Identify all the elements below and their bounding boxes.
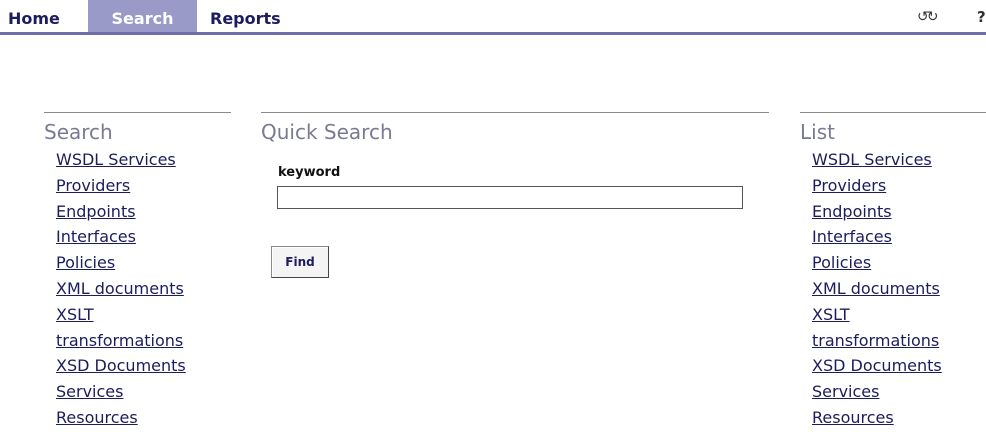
list-item: XSLT (56, 302, 231, 328)
list-link-xml-documents[interactable]: XML documents (812, 279, 940, 298)
list-item: transformations (812, 328, 986, 354)
search-link-xml-documents[interactable]: XML documents (56, 279, 184, 298)
search-links-list: WSDL Services Providers Endpoints Interf… (56, 147, 231, 431)
list-link-wsdl-services[interactable]: WSDL Services (812, 150, 932, 169)
quick-search-panel: Quick Search keyword Find (261, 112, 769, 312)
tab-reports[interactable]: Reports (210, 0, 281, 32)
search-link-transformations[interactable]: transformations (56, 331, 183, 350)
list-column: List WSDL Services Providers Endpoints I… (800, 112, 986, 431)
find-button[interactable]: Find (271, 246, 329, 278)
search-link-interfaces[interactable]: Interfaces (56, 227, 136, 246)
list-link-resources[interactable]: Resources (812, 408, 894, 427)
refresh-icon[interactable]: ↺↻ (917, 9, 939, 25)
list-item: XSLT (812, 302, 986, 328)
list-item: transformations (56, 328, 231, 354)
list-item: Resources (812, 405, 986, 431)
list-item: XML documents (812, 276, 986, 302)
list-item: XML documents (56, 276, 231, 302)
search-link-services[interactable]: Services (56, 382, 123, 401)
list-item: Endpoints (812, 199, 986, 225)
list-item: Policies (812, 250, 986, 276)
search-column: Search WSDL Services Providers Endpoints… (44, 112, 231, 431)
list-item: Providers (56, 173, 231, 199)
list-item: Policies (56, 250, 231, 276)
search-link-policies[interactable]: Policies (56, 253, 115, 272)
list-item: Resources (56, 405, 231, 431)
top-navigation-bar: Home Search Reports ↺↻ ? (0, 0, 986, 35)
search-link-wsdl-services[interactable]: WSDL Services (56, 150, 176, 169)
list-item: XSD Documents (56, 353, 231, 379)
search-link-xsd-documents[interactable]: XSD Documents (56, 356, 186, 375)
search-link-xslt[interactable]: XSLT (56, 305, 94, 324)
keyword-label: keyword (278, 165, 341, 180)
list-item: WSDL Services (56, 147, 231, 173)
search-link-providers[interactable]: Providers (56, 176, 130, 195)
list-item: Providers (812, 173, 986, 199)
section-divider (261, 112, 769, 113)
quick-search-title: Quick Search (261, 120, 393, 144)
list-item: Services (56, 379, 231, 405)
section-divider (44, 112, 231, 113)
list-item: Interfaces (812, 224, 986, 250)
list-item: Endpoints (56, 199, 231, 225)
keyword-input[interactable] (277, 186, 743, 209)
tab-search[interactable]: Search (88, 0, 197, 32)
list-links-list: WSDL Services Providers Endpoints Interf… (812, 147, 986, 431)
search-link-resources[interactable]: Resources (56, 408, 138, 427)
list-link-transformations[interactable]: transformations (812, 331, 939, 350)
search-section-title: Search (44, 120, 113, 144)
list-link-xsd-documents[interactable]: XSD Documents (812, 356, 942, 375)
list-item: WSDL Services (812, 147, 986, 173)
list-item: Services (812, 379, 986, 405)
list-link-providers[interactable]: Providers (812, 176, 886, 195)
list-section-title: List (800, 120, 835, 144)
list-item: XSD Documents (812, 353, 986, 379)
list-link-endpoints[interactable]: Endpoints (812, 202, 892, 221)
list-item: Interfaces (56, 224, 231, 250)
list-link-services[interactable]: Services (812, 382, 879, 401)
search-link-endpoints[interactable]: Endpoints (56, 202, 136, 221)
list-link-xslt[interactable]: XSLT (812, 305, 850, 324)
section-divider (800, 112, 986, 113)
list-link-policies[interactable]: Policies (812, 253, 871, 272)
help-icon[interactable]: ? (977, 8, 986, 26)
tab-home[interactable]: Home (8, 0, 60, 32)
list-link-interfaces[interactable]: Interfaces (812, 227, 892, 246)
